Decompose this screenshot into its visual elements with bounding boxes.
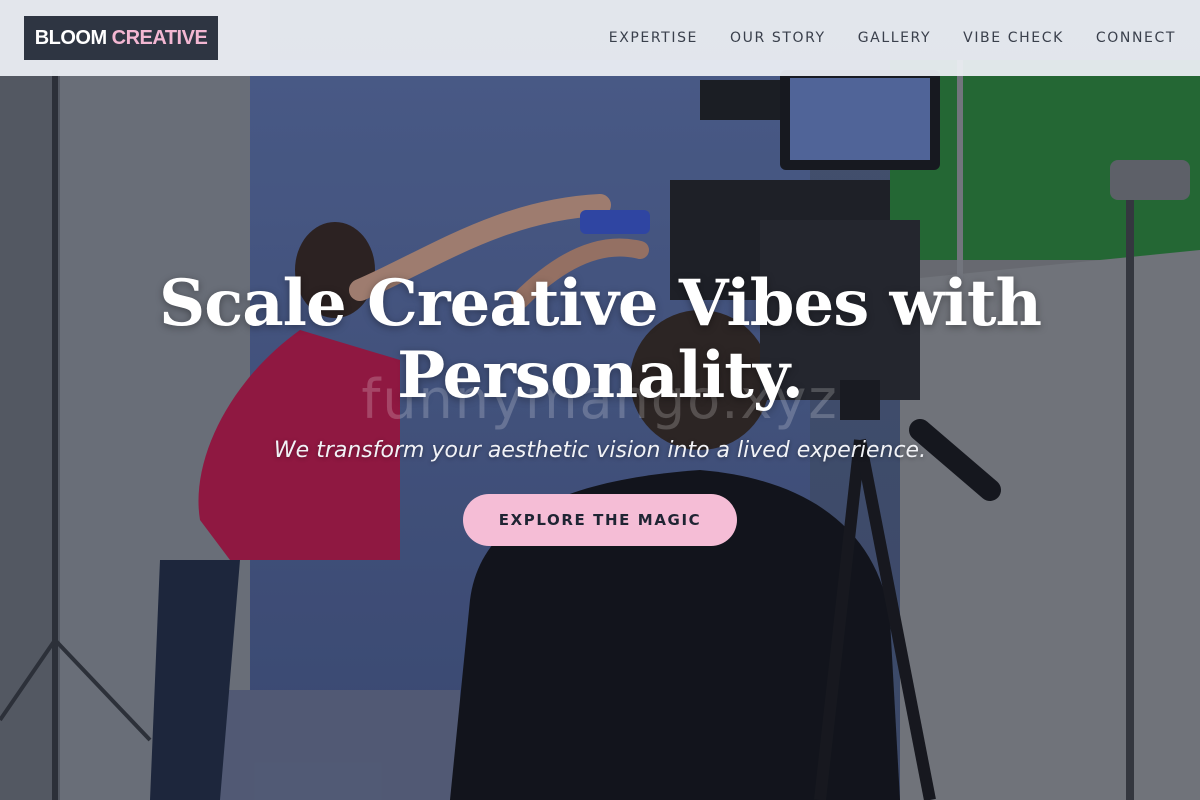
nav-link-expertise[interactable]: EXPERTISE	[609, 30, 698, 46]
explore-magic-button[interactable]: EXPLORE THE MAGIC	[463, 494, 737, 546]
nav-link-connect[interactable]: CONNECT	[1096, 30, 1176, 46]
brand-name-accent: CREATIVE	[111, 26, 208, 49]
top-navigation: BLOOM CREATIVE EXPERTISE OUR STORY GALLE…	[0, 0, 1200, 76]
hero-headline: Scale Creative Vibes with Personality.	[159, 266, 1042, 413]
brand-name-primary: BLOOM	[34, 26, 107, 49]
nav-menu: EXPERTISE OUR STORY GALLERY VIBE CHECK C…	[577, 0, 1176, 76]
nav-link-vibe-check[interactable]: VIBE CHECK	[963, 30, 1064, 46]
nav-link-gallery[interactable]: GALLERY	[858, 30, 931, 46]
nav-link-our-story[interactable]: OUR STORY	[730, 30, 826, 46]
brand-logo[interactable]: BLOOM CREATIVE	[24, 16, 218, 60]
hero-subtitle: We transform your aesthetic vision into …	[273, 438, 927, 463]
